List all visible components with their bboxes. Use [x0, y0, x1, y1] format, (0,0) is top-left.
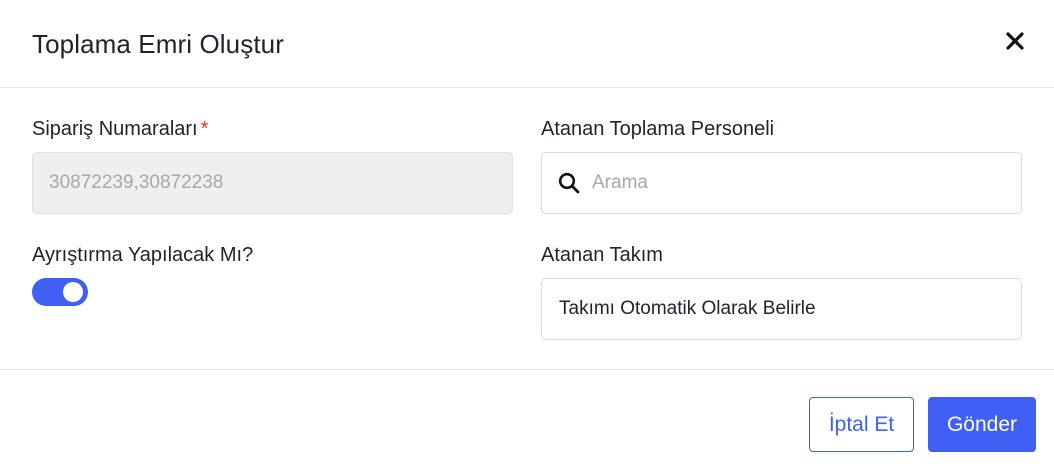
submit-button[interactable]: Gönder: [928, 397, 1036, 452]
order-numbers-label-text: Sipariş Numaraları: [32, 118, 198, 140]
separation-toggle[interactable]: [32, 278, 88, 306]
dialog-title: Toplama Emri Oluştur: [32, 29, 284, 59]
required-marker: *: [200, 118, 209, 140]
footer-divider: [0, 369, 1054, 370]
picker-label: Atanan Toplama Personeli: [541, 118, 775, 140]
team-select[interactable]: Takımı Otomatik Olarak Belirle: [541, 278, 1022, 340]
separation-label: Ayrıştırma Yapılacak Mı?: [32, 244, 254, 266]
order-numbers-label: Sipariş Numaraları *: [32, 115, 208, 143]
order-numbers-value: 30872239,30872238: [49, 172, 224, 193]
search-icon: [558, 172, 580, 194]
team-select-value: Takımı Otomatik Olarak Belirle: [559, 298, 816, 319]
order-numbers-field: 30872239,30872238: [32, 152, 513, 214]
picker-search-input[interactable]: [590, 171, 994, 195]
team-label: Atanan Takım: [541, 244, 663, 266]
create-picking-order-dialog: Toplama Emri Oluştur Sipariş Numaraları *…: [0, 0, 1054, 470]
dialog-header: Toplama Emri Oluştur: [0, 0, 1054, 88]
cancel-button[interactable]: İptal Et: [809, 397, 914, 452]
toggle-knob: [63, 282, 83, 302]
close-button[interactable]: [1000, 26, 1030, 56]
close-icon: [1006, 32, 1024, 50]
picker-search-box[interactable]: [541, 152, 1022, 214]
